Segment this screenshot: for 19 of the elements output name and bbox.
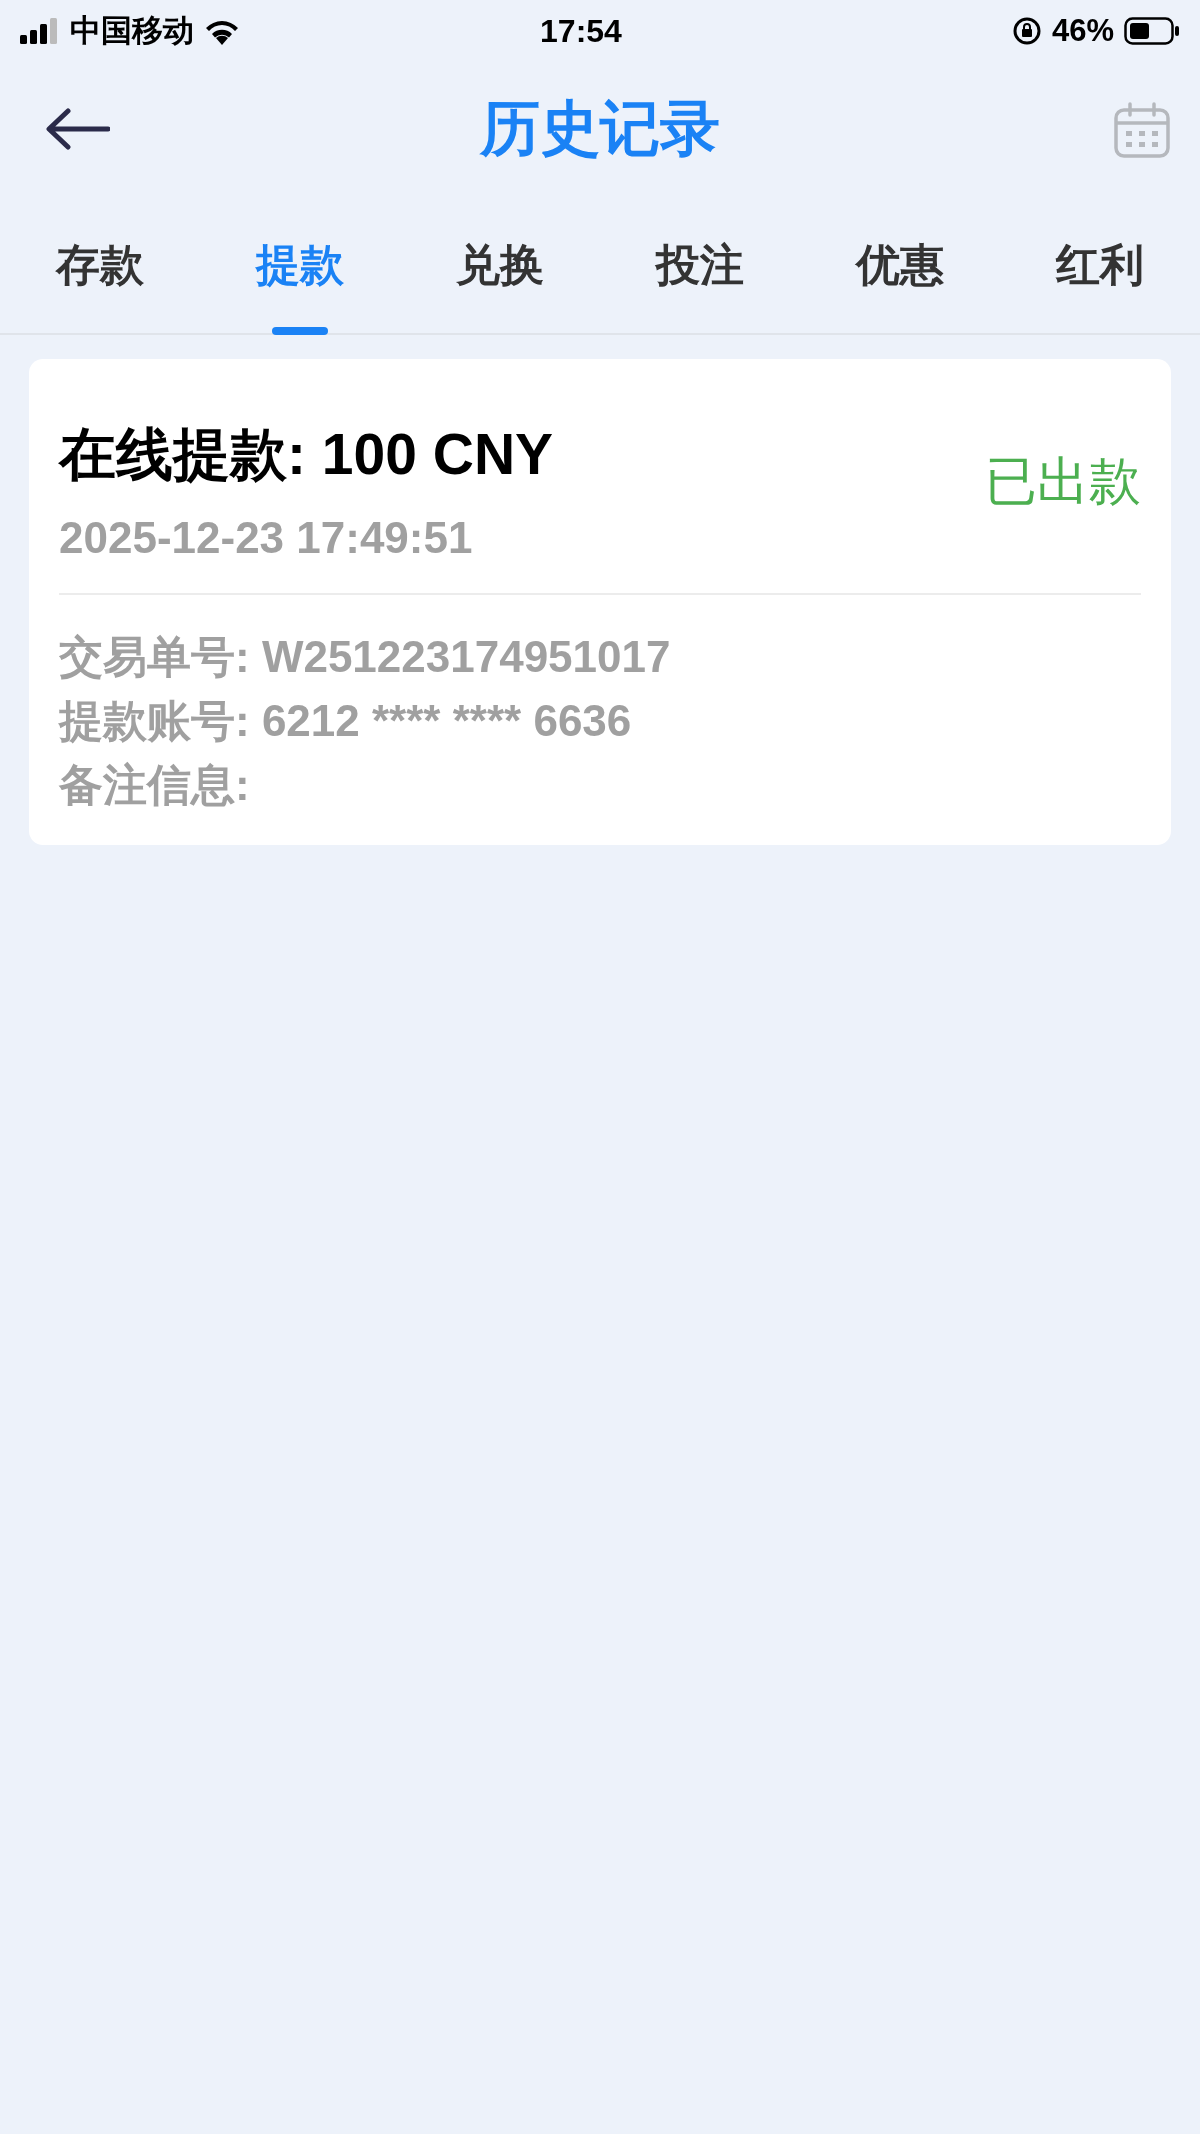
tab[interactable]: 优惠 [800,196,1000,333]
page-title: 历史记录 [480,94,720,164]
battery-icon [1124,17,1180,45]
active-tab-indicator [272,327,328,335]
record-time: 2025-12-23 17:49:51 [59,512,474,564]
tab[interactable]: 兑换 [400,196,600,333]
rotation-lock-icon [1011,16,1042,46]
signal-icon [20,18,60,44]
record-title: 在线提款: 100 CNY [59,421,554,487]
detail-line: 备注信息: [59,759,251,811]
detail-line: 提款账号: 6212 **** **** 6636 [59,695,633,747]
clock-time: 17:54 [540,12,622,51]
record-status: 已出款 [985,451,1141,511]
tab[interactable]: 红利 [1000,196,1200,333]
battery-percent: 46% [1051,11,1114,50]
tab[interactable]: 投注 [600,196,800,333]
detail-line: 交易单号: W251223174951017 [59,631,672,683]
carrier-name: 中国移动 [70,11,194,50]
tab[interactable]: 存款 [0,196,200,333]
